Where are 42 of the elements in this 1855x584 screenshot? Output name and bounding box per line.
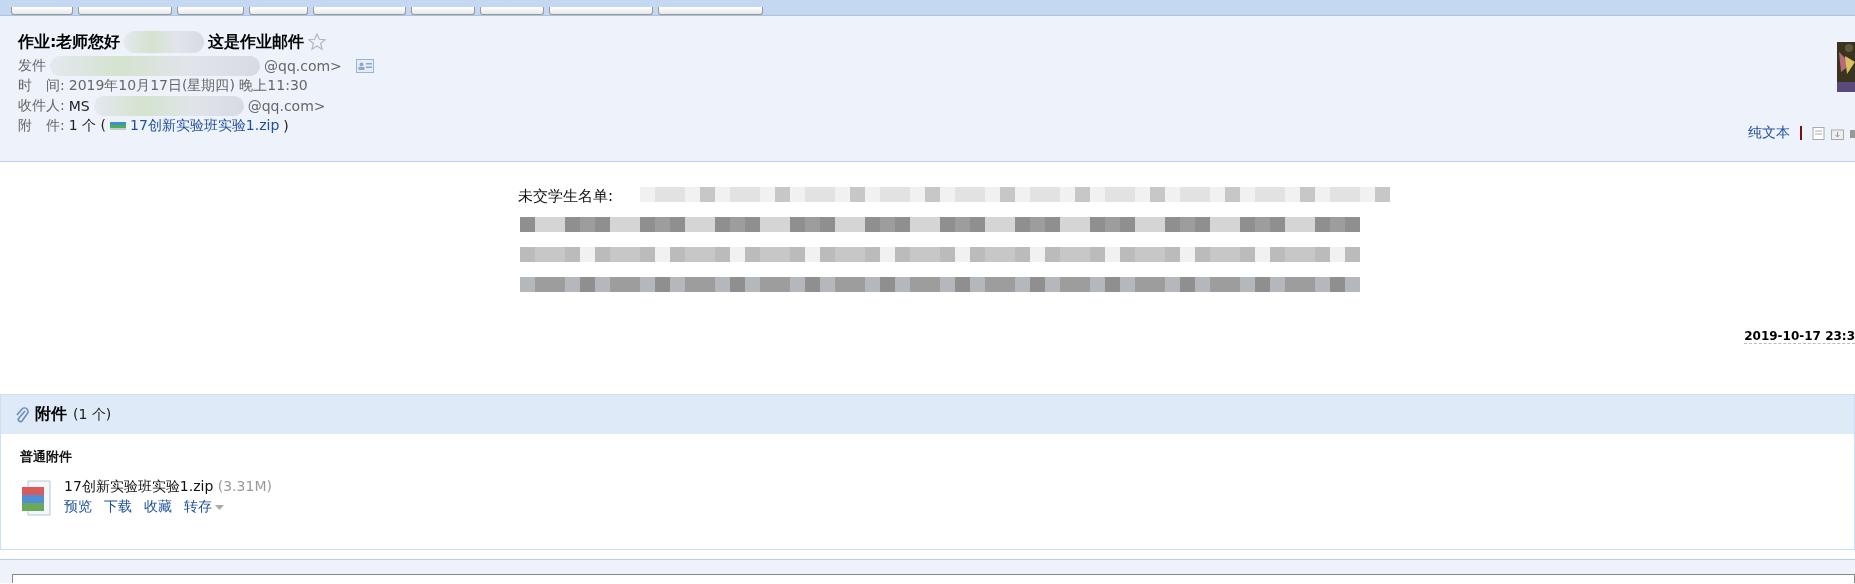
toolbar-button[interactable]: [11, 7, 73, 15]
attachment-count: 1 个 (: [68, 117, 106, 135]
toolbar-button[interactable]: [549, 7, 653, 15]
section-title: 附件: [35, 404, 67, 425]
file-action-link[interactable]: 下载: [104, 498, 132, 516]
file-action-link[interactable]: 预览: [64, 498, 92, 516]
contact-card-icon[interactable]: [355, 59, 374, 73]
sent-timestamp: 2019-10-17 23:3: [1744, 329, 1855, 344]
plain-text-link[interactable]: 纯文本: [1748, 124, 1790, 142]
archive-icon: [110, 122, 126, 130]
file-name: 17创新实验班实验1.zip: [64, 478, 214, 494]
attachment-total: (1 个): [73, 405, 112, 424]
caret-icon: [215, 504, 224, 510]
field-label: 时 间:: [18, 77, 65, 95]
file-action-link[interactable]: 转存: [184, 498, 224, 516]
recipient-name: MS: [68, 98, 90, 114]
field-label: 附 件:: [18, 117, 65, 135]
sent-time: 2019年10月17日(星期四) 晚上11:30: [68, 77, 308, 95]
attachment-link[interactable]: 17创新实验班实验1.zip: [130, 117, 280, 135]
toolbar-button[interactable]: [480, 7, 544, 15]
field-label: 发件: [18, 57, 46, 75]
field-label: 收件人:: [18, 97, 65, 115]
toolbar-button[interactable]: [78, 7, 172, 15]
file-size: (3.31M): [217, 478, 272, 494]
toolbar-button[interactable]: [411, 7, 475, 15]
attachment-paren: ): [283, 118, 289, 134]
toolbar-button[interactable]: [658, 7, 763, 15]
toolbar-button[interactable]: [249, 7, 308, 15]
star-icon[interactable]: [308, 33, 327, 51]
body-text: 未交学生名单:: [518, 187, 614, 206]
separator-bar: [1800, 126, 1802, 140]
subject-text: 这是作业邮件: [208, 31, 305, 53]
paperclip-icon: [15, 406, 29, 423]
file-action-link[interactable]: 收藏: [144, 498, 172, 516]
subject-text: 作业:老师您好: [18, 31, 121, 53]
toolbar-button[interactable]: [177, 7, 244, 15]
note-icon[interactable]: [1812, 126, 1825, 140]
download-folder-icon[interactable]: [1831, 126, 1844, 140]
recipient-address: @qq.com>: [247, 98, 326, 114]
group-title: 普通附件: [20, 448, 73, 466]
sender-address: @qq.com>: [264, 58, 342, 74]
toolbar-button[interactable]: [313, 7, 406, 15]
